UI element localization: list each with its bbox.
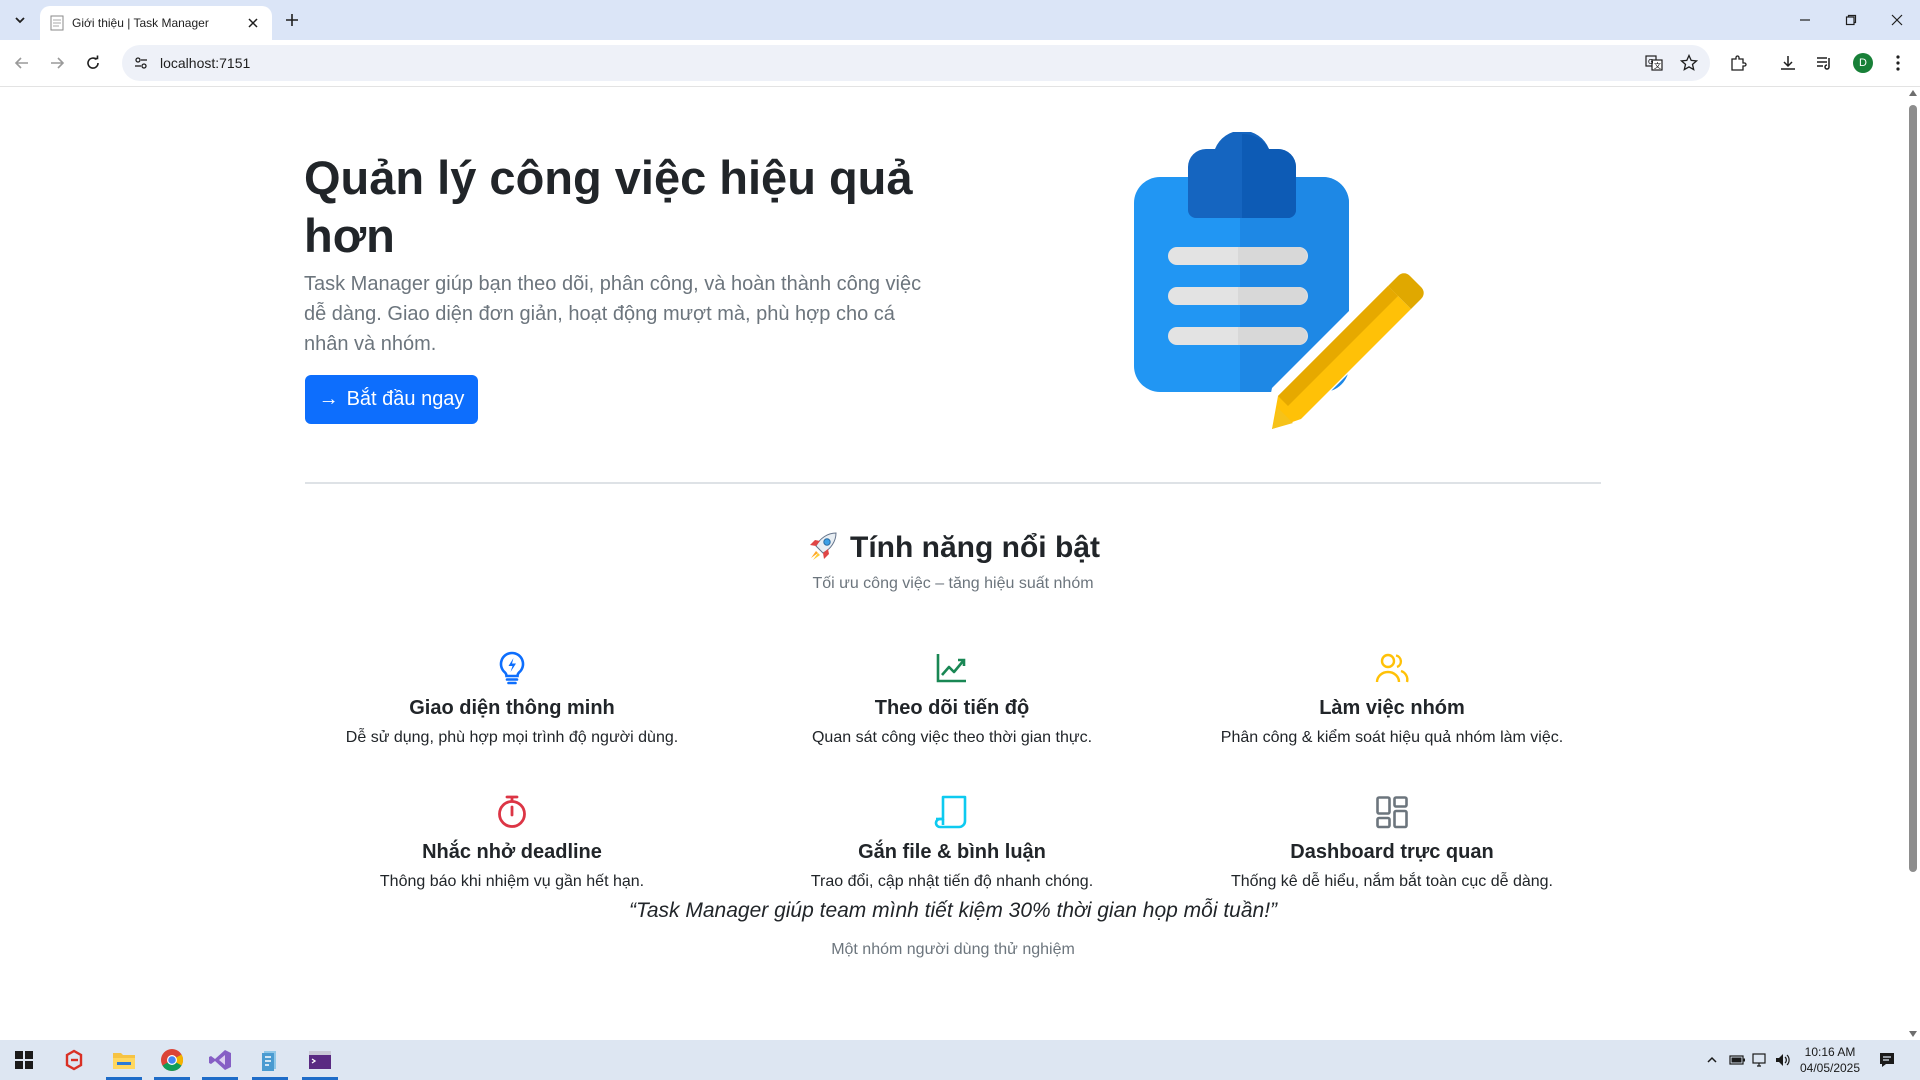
chevron-down-icon <box>15 17 25 24</box>
journal-icon <box>934 795 967 829</box>
hero-title: Quản lý công việc hiệu quả hơn <box>304 151 913 262</box>
stopwatch-icon <box>498 795 526 828</box>
notification-center-icon[interactable] <box>1877 1050 1897 1070</box>
battery-icon[interactable] <box>1727 1050 1747 1070</box>
feature-description: Quan sát công việc theo thời gian thực. <box>811 729 1093 746</box>
scrollbar-thumb[interactable] <box>1909 105 1917 872</box>
browser-tab[interactable]: Giới thiệu | Task Manager <box>40 6 272 40</box>
minimize-window-icon[interactable] <box>1782 0 1828 40</box>
feature-description: Thống kê dễ hiểu, nắm bắt toàn cục dễ dà… <box>1230 873 1553 890</box>
feature-description: Phân công & kiểm soát hiệu quả nhóm làm … <box>1220 729 1564 746</box>
file-explorer-icon[interactable] <box>102 1040 146 1080</box>
section-divider <box>305 482 1601 484</box>
network-icon[interactable] <box>1750 1050 1770 1070</box>
visual-studio-icon[interactable] <box>198 1040 242 1080</box>
people-icon <box>1375 653 1409 683</box>
extensions-puzzle-icon[interactable] <box>1726 51 1750 75</box>
page-favicon-icon <box>50 15 64 31</box>
features-heading: Tính năng nổi bật <box>0 529 1906 565</box>
features-subtitle: Tối ưu công việc – tăng hiệu suất nhóm <box>812 575 1094 592</box>
tab-title: Giới thiệu | Task Manager <box>72 16 209 30</box>
clock-time: 10:16 AM <box>1804 1045 1856 1059</box>
page-scrollbar[interactable] <box>1906 87 1920 1040</box>
feature-description: Trao đổi, cập nhật tiến độ nhanh chóng. <box>810 873 1094 890</box>
chevron-up-icon[interactable] <box>1702 1050 1722 1070</box>
feature-title: Giao diện thông minh <box>409 697 615 719</box>
feature-card-teamwork: Làm việc nhóm Phân công & kiểm soát hiệu… <box>1172 650 1612 749</box>
scroll-up-arrow-icon[interactable] <box>1909 90 1917 96</box>
feature-title: Nhắc nhở deadline <box>422 841 602 863</box>
clock-date: 04/05/2025 <box>1799 1061 1861 1075</box>
red-app-icon[interactable] <box>52 1040 96 1080</box>
notepad-icon[interactable] <box>248 1040 292 1080</box>
svg-text:G: G <box>1648 58 1653 66</box>
address-bar[interactable]: localhost:7151 G文 <box>122 45 1710 81</box>
back-arrow-icon[interactable] <box>10 51 34 75</box>
feature-title: Theo dõi tiến độ <box>874 697 1030 719</box>
hero-description: Task Manager giúp bạn theo dõi, phân côn… <box>304 273 922 355</box>
get-started-button[interactable]: → Bắt đầu ngay <box>305 375 478 424</box>
graph-up-icon <box>936 654 966 683</box>
page-viewport: Quản lý công việc hiệu quả hơn Task Mana… <box>0 87 1906 1040</box>
feature-title: Gắn file & bình luận <box>858 841 1046 863</box>
feature-card-dashboard: Dashboard trực quan Thống kê dễ hiểu, nắ… <box>1172 794 1612 893</box>
more-menu-icon[interactable] <box>1886 51 1910 75</box>
bookmark-star-icon[interactable] <box>1678 52 1700 74</box>
close-tab-icon[interactable] <box>244 14 262 32</box>
feature-description: Dễ sử dụng, phù hợp mọi trình độ người d… <box>345 729 679 746</box>
tab-strip: Giới thiệu | Task Manager <box>0 0 1920 40</box>
download-icon[interactable] <box>1776 51 1800 75</box>
reload-icon[interactable] <box>81 51 105 75</box>
clipboard-pencil-icon <box>1134 132 1426 435</box>
lightbulb-icon <box>499 651 525 685</box>
svg-text:文: 文 <box>1654 61 1661 70</box>
rocket-icon <box>810 532 837 560</box>
arrow-right-icon: → <box>318 388 339 410</box>
media-queue-icon[interactable] <box>1812 51 1836 75</box>
testimonial-author: Một nhóm người dùng thử nghiệm <box>831 941 1075 958</box>
translate-icon[interactable]: G文 <box>1643 52 1665 74</box>
profile-avatar[interactable]: D <box>1853 53 1873 73</box>
get-started-label: Bắt đầu ngay <box>346 388 465 410</box>
grid-icon <box>1376 796 1408 829</box>
feature-title: Làm việc nhóm <box>1319 697 1465 719</box>
url-text[interactable]: localhost:7151 <box>160 55 250 71</box>
feature-card-attachments: Gắn file & bình luận Trao đổi, cập nhật … <box>732 794 1172 893</box>
chrome-icon[interactable] <box>150 1040 194 1080</box>
forward-arrow-icon[interactable] <box>45 51 69 75</box>
features-title: Tính năng nổi bật <box>850 531 1100 564</box>
restore-window-icon[interactable] <box>1828 0 1874 40</box>
terminal-icon[interactable] <box>298 1040 342 1080</box>
tab-search-button[interactable] <box>8 8 32 32</box>
windows-taskbar: 10:16 AM 04/05/2025 <box>0 1040 1920 1080</box>
feature-title: Dashboard trực quan <box>1290 841 1494 863</box>
feature-card-progress: Theo dõi tiến độ Quan sát công việc theo… <box>732 650 1172 749</box>
scroll-down-arrow-icon[interactable] <box>1909 1031 1917 1037</box>
taskbar-clock[interactable]: 10:16 AM 04/05/2025 <box>1790 1044 1870 1076</box>
site-settings-icon[interactable] <box>130 52 152 74</box>
feature-card-smart-ui: Giao diện thông minh Dễ sử dụng, phù hợp… <box>292 650 732 749</box>
testimonial-quote: “Task Manager giúp team mình tiết kiệm 3… <box>628 899 1278 922</box>
feature-description: Thông báo khi nhiệm vụ gần hết hạn. <box>379 873 645 890</box>
feature-card-deadline: Nhắc nhở deadline Thông báo khi nhiệm vụ… <box>292 794 732 893</box>
new-tab-plus-icon[interactable] <box>282 10 302 30</box>
close-window-icon[interactable] <box>1874 0 1920 40</box>
start-windows-icon[interactable] <box>2 1040 46 1080</box>
browser-toolbar: localhost:7151 G文 D <box>0 40 1920 87</box>
